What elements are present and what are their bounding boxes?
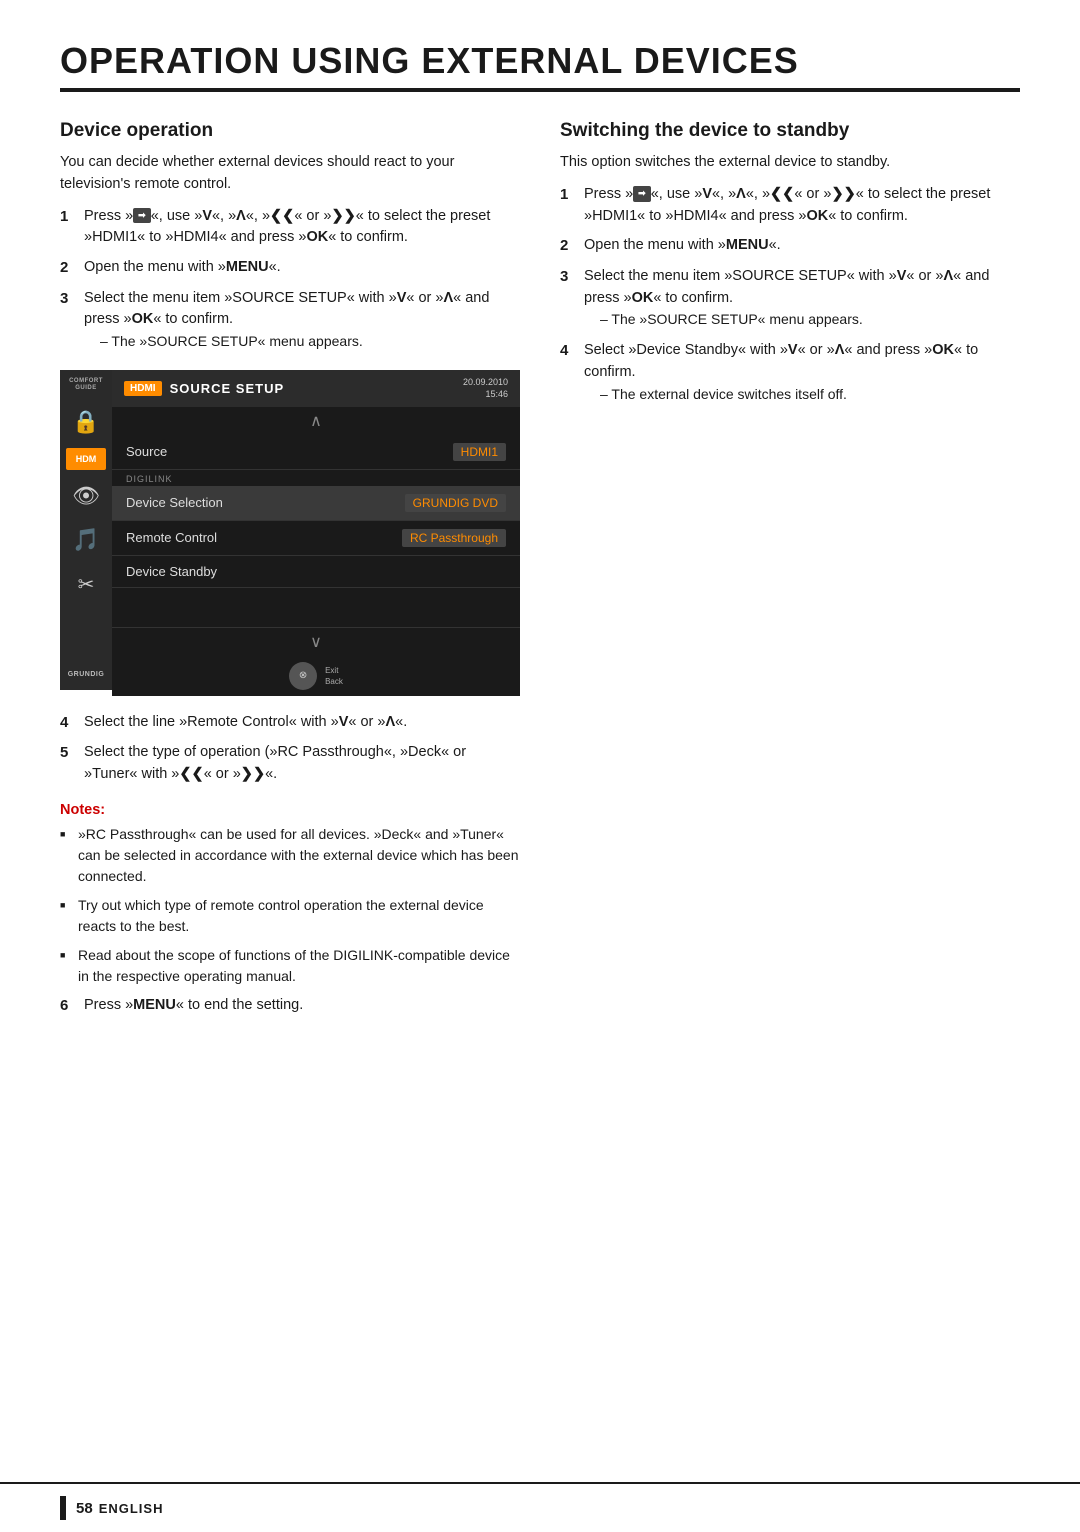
step-5: 5 Select the type of operation (»RC Pass… [60,742,520,786]
notes-list: »RC Passthrough« can be used for all dev… [60,824,520,987]
step-2: 2 Open the menu with »MENU«. [60,257,520,280]
right-column: Switching the device to standby This opt… [560,120,1020,418]
step-1-content: Press »➡«, use »V«, »Λ«, »❮❮« or »❯❯« to… [84,206,520,250]
footer-page-number: 58 [76,1500,93,1517]
tv-arrow-up: ∧ [112,407,520,435]
right-step-2-content: Open the menu with »MENU«. [584,235,1020,257]
step-4: 4 Select the line »Remote Control« with … [60,712,520,735]
tv-header-title: SOURCE SETUP [170,381,285,396]
left-column: Device operation You can decide whether … [60,120,520,1029]
tv-remote-control-row: Remote Control RC Passthrough [112,521,520,556]
step-6-content: Press »MENU« to end the setting. [84,995,520,1017]
tv-arrow-down: ∨ [112,628,520,656]
step-2-num: 2 [60,257,74,280]
tv-source-label: Source [126,444,453,459]
right-step-4-num: 4 [560,340,574,363]
tv-source-row: Source HDMI1 [112,435,520,470]
tv-device-selection-value: GRUNDIG DVD [405,494,506,512]
note-3-text: Read about the scope of functions of the… [78,945,520,987]
note-1: »RC Passthrough« can be used for all dev… [60,824,520,887]
note-1-text: »RC Passthrough« can be used for all dev… [78,824,520,887]
tv-exit-icon: ⊗ [289,662,317,690]
tv-hdmi-badge: HDMI [124,381,162,396]
step-3-sub: – The »SOURCE SETUP« menu appears. [84,333,363,349]
right-step-1-num: 1 [560,184,574,207]
step-3-content: Select the menu item »SOURCE SETUP« with… [84,288,520,354]
right-step-2: 2 Open the menu with »MENU«. [560,235,1020,258]
footer-bar [60,1496,66,1520]
sidebar-icon-1: 🔒 [68,404,104,440]
right-step-3: 3 Select the menu item »SOURCE SETUP« wi… [560,266,1020,332]
right-step-1-content: Press »➡«, use »V«, »Λ«, »❮❮« or »❯❯« to… [584,184,1020,228]
notes-section: Notes: »RC Passthrough« can be used for … [60,802,520,987]
grundig-brand-label: GRUNDIG [68,671,105,682]
tv-device-selection-label: Device Selection [126,495,405,510]
right-step-4: 4 Select »Device Standby« with »V« or »Λ… [560,340,1020,406]
footer-language: ENGLISH [99,1501,164,1516]
notes-title: Notes: [60,802,520,818]
note-2-text: Try out which type of remote control ope… [78,895,520,937]
tv-header-time: 20.09.2010 15:46 [463,376,508,401]
step-4-num: 4 [60,712,74,735]
left-intro: You can decide whether external devices … [60,152,520,196]
tv-exit-label: Exit [325,666,343,675]
right-step-4-content: Select »Device Standby« with »V« or »Λ« … [584,340,1020,406]
right-intro: This option switches the external device… [560,152,1020,174]
page-footer: 58 ENGLISH [0,1482,1080,1532]
right-step-1: 1 Press »➡«, use »V«, »Λ«, »❮❮« or »❯❯« … [560,184,1020,228]
tv-digilink-label: DIGILINK [112,470,520,486]
tv-screen-mockup: COMFORTGUIDE 🔒 HDM 👁 🎵 ✂ GRUNDIG HDMI SO… [60,370,520,696]
right-steps: 1 Press »➡«, use »V«, »Λ«, »❮❮« or »❯❯« … [560,184,1020,407]
right-step-3-num: 3 [560,266,574,289]
tv-bottom-bar: ⊗ Exit Back [112,656,520,696]
left-heading: Device operation [60,120,520,142]
note-2: Try out which type of remote control ope… [60,895,520,937]
step-5-num: 5 [60,742,74,765]
step-3: 3 Select the menu item »SOURCE SETUP« wi… [60,288,520,354]
step-6: 6 Press »MENU« to end the setting. [60,995,520,1018]
right-step-3-sub: – The »SOURCE SETUP« menu appears. [584,311,863,327]
tv-main-menu: HDMI SOURCE SETUP 20.09.2010 15:46 ∧ Sou… [112,370,520,696]
tv-remote-control-value: RC Passthrough [402,529,506,547]
tv-back-label: Back [325,677,343,686]
tv-device-standby-row: Device Standby [112,556,520,588]
comfort-guide-label: COMFORTGUIDE [69,378,103,392]
sidebar-icon-tools: ✂ [68,566,104,602]
note-3: Read about the scope of functions of the… [60,945,520,987]
remote-icon-right: ➡ [633,186,651,202]
right-heading: Switching the device to standby [560,120,1020,142]
tv-device-standby-label: Device Standby [126,564,506,579]
tv-device-selection-row: Device Selection GRUNDIG DVD [112,486,520,521]
sidebar-icon-audio: 🎵 [68,522,104,558]
sidebar-icon-eye: 👁 [68,478,104,514]
tv-bottom-labels: Exit Back [325,666,343,686]
right-step-3-content: Select the menu item »SOURCE SETUP« with… [584,266,1020,332]
step-1-num: 1 [60,206,74,229]
tv-header-left: HDMI SOURCE SETUP [124,381,284,396]
left-steps: 1 Press »➡«, use »V«, »Λ«, »❮❮« or »❯❯« … [60,206,520,354]
step-5-content: Select the type of operation (»RC Passth… [84,742,520,786]
step-3-num: 3 [60,288,74,311]
left-step-6: 6 Press »MENU« to end the setting. [60,995,520,1018]
remote-icon: ➡ [133,208,151,224]
tv-source-value: HDMI1 [453,443,506,461]
step-2-content: Open the menu with »MENU«. [84,257,520,279]
hdmi-sidebar-badge: HDM [66,448,106,470]
step-1: 1 Press »➡«, use »V«, »Λ«, »❮❮« or »❯❯« … [60,206,520,250]
right-step-2-num: 2 [560,235,574,258]
step-6-num: 6 [60,995,74,1018]
tv-sidebar: COMFORTGUIDE 🔒 HDM 👁 🎵 ✂ GRUNDIG [60,370,112,690]
tv-remote-control-label: Remote Control [126,530,402,545]
page-title: OPERATION USING EXTERNAL DEVICES [60,40,799,82]
step-4-content: Select the line »Remote Control« with »V… [84,712,520,734]
left-steps-lower: 4 Select the line »Remote Control« with … [60,712,520,786]
tv-header: HDMI SOURCE SETUP 20.09.2010 15:46 [112,370,520,407]
right-step-4-sub: – The external device switches itself of… [584,386,847,402]
